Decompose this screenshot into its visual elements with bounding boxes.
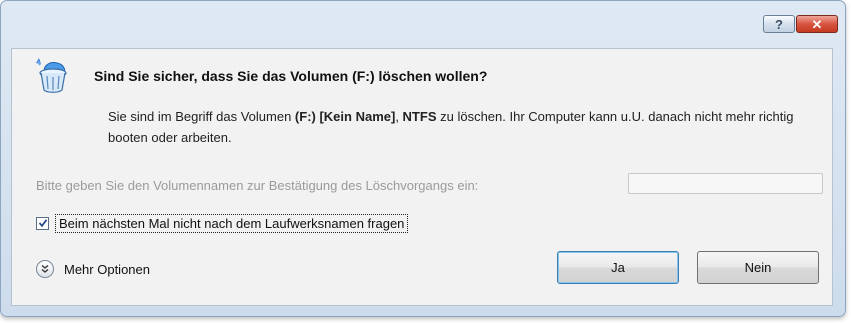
dont-ask-checkbox-row[interactable]: Beim nächsten Mal nicht nach dem Laufwer… xyxy=(36,212,409,234)
message-sep: , xyxy=(395,109,403,124)
expand-chevron-icon[interactable] xyxy=(36,260,54,278)
more-options[interactable]: Mehr Optionen xyxy=(36,260,150,278)
more-options-label[interactable]: Mehr Optionen xyxy=(64,262,150,277)
checkmark-icon xyxy=(38,219,47,228)
delete-disk-icon xyxy=(36,58,67,93)
dialog-message: Sie sind im Begriff das Volumen (F:) [Ke… xyxy=(108,106,808,148)
volume-name-input[interactable] xyxy=(628,173,823,194)
close-button[interactable]: ✕ xyxy=(796,15,838,33)
confirm-label: Bitte geben Sie den Volumennamen zur Bes… xyxy=(36,178,479,193)
title-bar: ? ✕ xyxy=(1,1,845,45)
help-icon: ? xyxy=(775,16,783,32)
dont-ask-checkbox[interactable] xyxy=(36,216,49,230)
message-part1: Sie sind im Begriff das Volumen xyxy=(108,109,295,124)
dialog-heading: Sind Sie sicher, dass Sie das Volumen (F… xyxy=(94,68,488,84)
dialog-content: Sind Sie sicher, dass Sie das Volumen (F… xyxy=(11,48,833,306)
yes-button[interactable]: Ja xyxy=(557,251,679,284)
close-icon: ✕ xyxy=(811,16,823,32)
message-filesystem: NTFS xyxy=(402,109,437,124)
help-button[interactable]: ? xyxy=(763,15,795,33)
message-volume: (F:) [Kein Name] xyxy=(294,109,396,124)
dialog-window: ? ✕ Sind Sie sicher, dass Sie das Volume… xyxy=(0,0,846,317)
no-button[interactable]: Nein xyxy=(697,251,819,284)
dont-ask-checkbox-label[interactable]: Beim nächsten Mal nicht nach dem Laufwer… xyxy=(55,213,409,233)
